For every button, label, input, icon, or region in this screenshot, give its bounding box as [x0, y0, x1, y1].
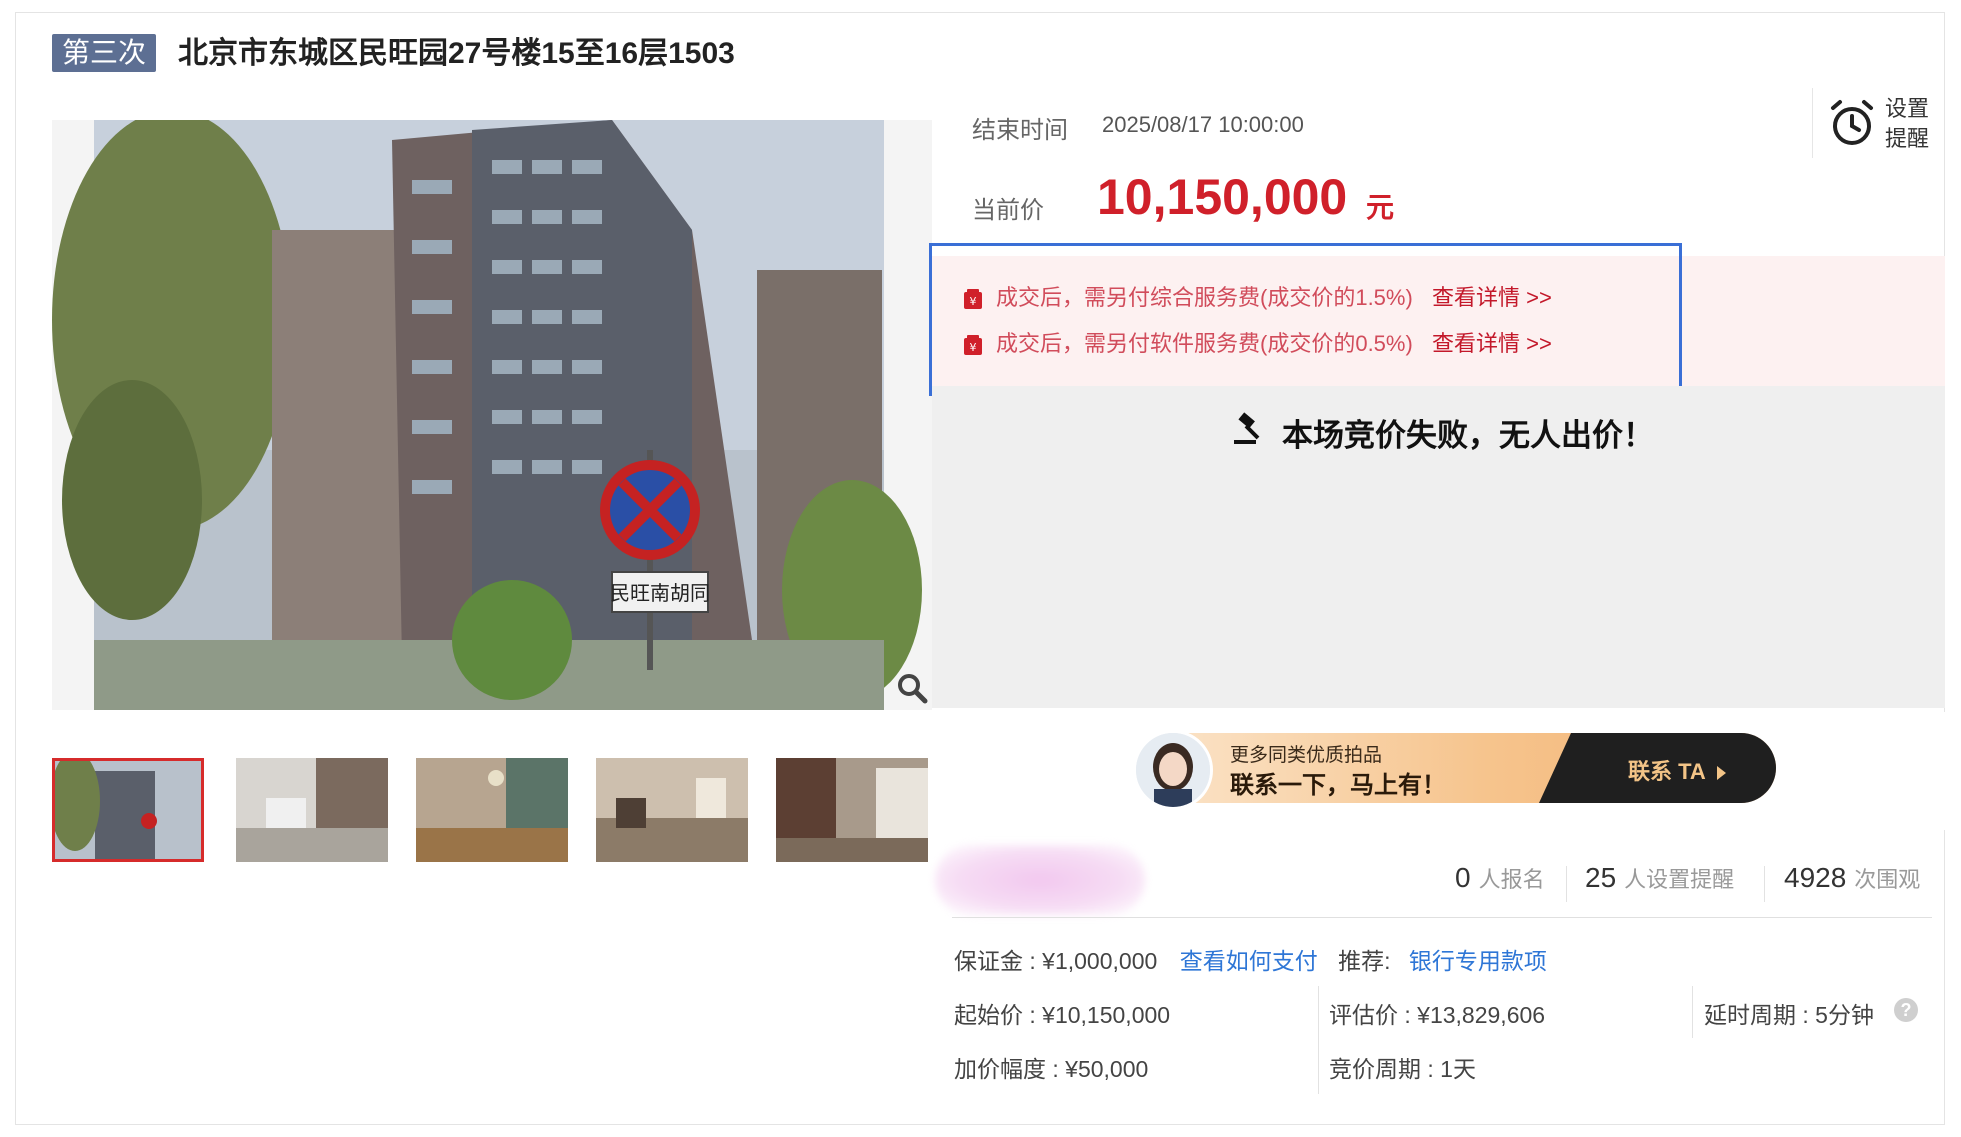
- set-reminder-label: 设置 提醒: [1885, 96, 1930, 151]
- stat-registered: 0 人报名: [1455, 862, 1545, 902]
- start-price: 起始价 : ¥10,150,000: [954, 1002, 1171, 1028]
- blurred-sticker: [935, 845, 1145, 915]
- fee-details-link[interactable]: 查看详情 >>: [1432, 328, 1552, 360]
- round-badge: 第三次: [52, 34, 157, 72]
- contact-ta-button[interactable]: 联系 TA: [1628, 754, 1727, 786]
- bid-increment: 加价幅度 : ¥50,000: [954, 1056, 1149, 1082]
- agent-avatar: [1133, 730, 1213, 810]
- stat-reminder-count: 25: [1585, 862, 1617, 893]
- main-photo[interactable]: 民旺南胡同: [52, 120, 932, 710]
- fee-text: 成交后，需另付软件服务费(成交价的0.5%): [996, 331, 1413, 356]
- bid-period: 竞价周期 : 1天: [1329, 1056, 1476, 1082]
- column-divider: [1318, 986, 1319, 1094]
- how-to-pay-link[interactable]: 查看如何支付: [1180, 948, 1318, 974]
- bank-account-link[interactable]: 银行专用款项: [1409, 948, 1547, 974]
- zoom-icon[interactable]: [894, 670, 930, 706]
- stat-registered-count: 0: [1455, 862, 1471, 893]
- stat-divider: [1566, 866, 1567, 902]
- stats-divider-line: [952, 917, 1932, 918]
- stat-reminders: 25 人设置提醒: [1585, 862, 1734, 902]
- fee-tag-icon: ¥: [964, 335, 982, 355]
- delay-period: 延时周期 : 5分钟: [1704, 1002, 1874, 1028]
- fee-tag-icon: ¥: [964, 289, 982, 309]
- stat-views-label: 次围观: [1854, 867, 1921, 892]
- thumbnail-1[interactable]: [52, 758, 204, 862]
- page-title: 北京市东城区民旺园27号楼15至16层1503: [178, 37, 735, 70]
- play-arrow-icon: [1717, 766, 1727, 781]
- fee-text: 成交后，需另付综合服务费(成交价的1.5%): [996, 285, 1413, 310]
- stat-divider: [1764, 866, 1765, 902]
- deposit-row: 保证金 : ¥1,000,000 查看如何支付 推荐: 银行专用款项: [954, 942, 1547, 976]
- set-reminder-button[interactable]: 设置 提醒: [1812, 88, 1948, 158]
- contact-main-text: 联系一下，马上有！: [1230, 772, 1446, 799]
- fee-notice-box: ¥ 成交后，需另付综合服务费(成交价的1.5%) 查看详情 >> ¥ 成交后，需…: [929, 243, 1682, 396]
- auction-fail-message: 本场竞价失败，无人出价！: [1282, 418, 1654, 453]
- stat-views: 4928 次围观: [1784, 862, 1920, 902]
- current-price-label: 当前价: [972, 197, 1044, 224]
- svg-text:¥: ¥: [970, 341, 977, 354]
- end-time-value: 2025/08/17 10:00:00: [1102, 112, 1304, 137]
- contact-subtitle: 更多同类优质拍品: [1230, 745, 1383, 766]
- stat-views-count: 4928: [1784, 862, 1847, 893]
- thumbnail-2[interactable]: [236, 758, 388, 862]
- appraisal-price: 评估价 : ¥13,829,606: [1329, 1002, 1546, 1028]
- column-divider: [1692, 986, 1693, 1038]
- fee-details-link[interactable]: 查看详情 >>: [1432, 282, 1552, 314]
- svg-text:¥: ¥: [970, 295, 977, 308]
- contact-ta-label: 联系 TA: [1628, 759, 1705, 784]
- deposit-text: 保证金 : ¥1,000,000: [954, 948, 1158, 974]
- end-time-label: 结束时间: [972, 117, 1068, 144]
- gavel-icon: [1234, 412, 1260, 444]
- current-price-unit: 元: [1366, 192, 1395, 223]
- help-icon[interactable]: ?: [1894, 998, 1918, 1022]
- recommend-label: 推荐:: [1338, 948, 1391, 974]
- stat-reminder-label: 人设置提醒: [1624, 867, 1735, 892]
- stat-registered-label: 人报名: [1478, 867, 1545, 892]
- thumbnail-3[interactable]: [416, 758, 568, 862]
- building-photo: 民旺南胡同: [52, 120, 932, 710]
- alarm-clock-icon: [1831, 100, 1873, 145]
- thumbnail-4[interactable]: [596, 758, 748, 862]
- thumbnail-5[interactable]: [776, 758, 928, 862]
- street-sign-text: 民旺南胡同: [610, 581, 710, 605]
- current-price-value: 10,150,000: [1097, 169, 1348, 225]
